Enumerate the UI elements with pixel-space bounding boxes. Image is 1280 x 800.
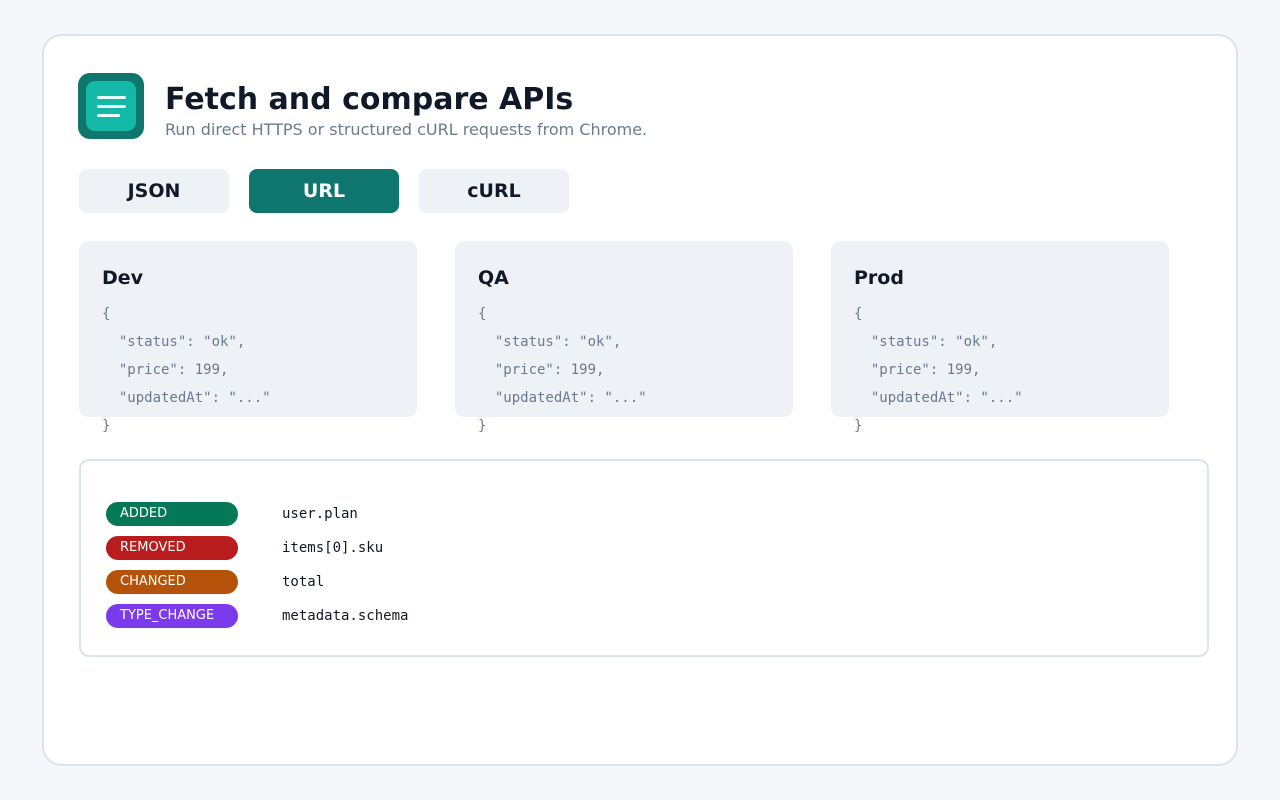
env-card-dev: Dev { "status": "ok", "price": 199, "upd… (79, 241, 417, 434)
diff-path: total (282, 574, 325, 590)
json-response: { "status": "ok", "price": 199, "updated… (102, 306, 271, 434)
tab-curl[interactable]: cURL (419, 169, 569, 213)
tab-url[interactable]: URL (249, 169, 399, 213)
env-title: QA (478, 267, 509, 289)
diff-badge-added: ADDED (106, 502, 238, 526)
env-card-qa: QA { "status": "ok", "price": 199, "upda… (455, 241, 793, 434)
app-logo (78, 73, 144, 139)
app-window: Fetch and compare APIs Run direct HTTPS … (42, 34, 1238, 766)
diff-badge-changed: CHANGED (106, 570, 238, 594)
json-response: { "status": "ok", "price": 199, "updated… (854, 306, 1023, 434)
diff-path: metadata.schema (282, 608, 409, 624)
diff-path: items[0].sku (282, 540, 384, 556)
page-subtitle: Run direct HTTPS or structured cURL requ… (165, 120, 648, 139)
env-title: Dev (102, 267, 144, 289)
diff-badge-type-change: TYPE_CHANGE (106, 604, 238, 628)
diff-panel: ADDED user.plan REMOVED items[0].sku CHA… (79, 459, 1209, 657)
env-title: Prod (854, 267, 904, 289)
env-card-prod: Prod { "status": "ok", "price": 199, "up… (831, 241, 1169, 434)
page-title: Fetch and compare APIs (165, 82, 574, 117)
tab-json[interactable]: JSON (79, 169, 229, 213)
diff-badge-removed: REMOVED (106, 536, 238, 560)
menu-icon (86, 81, 136, 131)
diff-path: user.plan (282, 506, 358, 522)
json-response: { "status": "ok", "price": 199, "updated… (478, 306, 647, 434)
